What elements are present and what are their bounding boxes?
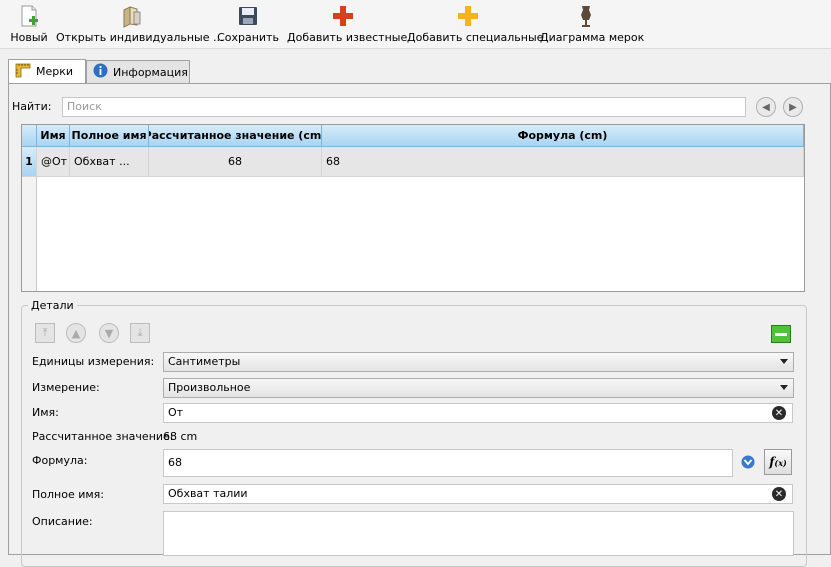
name-label: Имя: bbox=[32, 406, 59, 419]
measurement-type-select[interactable]: Произвольное bbox=[163, 378, 794, 398]
column-header-calculated-value[interactable]: Рассчитанное значение (cm) bbox=[149, 125, 322, 147]
main-toolbar: Новый Открыть индивидуальные ... Сохрани… bbox=[0, 0, 831, 49]
chevron-down-icon bbox=[780, 385, 788, 390]
measurements-table: Имя Полное имя Рассчитанное значение (cm… bbox=[21, 124, 805, 292]
expand-down-icon bbox=[741, 455, 755, 469]
column-header-full-name[interactable]: Полное имя bbox=[70, 125, 149, 147]
ruler-icon bbox=[15, 62, 31, 81]
move-bottom-button[interactable]: ⤓ bbox=[130, 323, 150, 343]
open-individual-label: Открыть индивидуальные ... bbox=[56, 31, 224, 44]
chevron-down-icon bbox=[780, 359, 788, 364]
tab-information-label: Информация bbox=[113, 65, 188, 79]
search-previous-button[interactable]: ◀ bbox=[756, 97, 776, 117]
new-document-icon bbox=[17, 4, 41, 28]
arrow-bottom-icon: ⤓ bbox=[137, 326, 143, 339]
cell-calculated-value[interactable]: 68 bbox=[149, 147, 322, 177]
function-fx-icon: f(x) bbox=[769, 455, 787, 469]
open-individual-button[interactable]: Открыть индивидуальные ... bbox=[56, 2, 224, 46]
dress-form-icon bbox=[574, 4, 598, 28]
add-known-button[interactable]: Добавить известные bbox=[287, 2, 408, 46]
details-title: Детали bbox=[28, 299, 77, 312]
new-button-label: Новый bbox=[10, 31, 48, 44]
measurement-type-value: Произвольное bbox=[168, 381, 251, 394]
calculated-value-label: Рассчитанное значение: bbox=[32, 430, 174, 443]
open-individual-icon bbox=[121, 4, 145, 28]
corner-header bbox=[22, 125, 37, 147]
add-known-label: Добавить известные bbox=[287, 31, 408, 44]
description-label: Описание: bbox=[32, 515, 93, 528]
column-header-formula[interactable]: Формула (cm) bbox=[322, 125, 804, 147]
units-label: Единицы измерения: bbox=[32, 355, 155, 368]
full-name-label: Полное имя: bbox=[32, 488, 104, 501]
add-special-label: Добавить специальные bbox=[407, 31, 544, 44]
remove-measurement-button[interactable] bbox=[771, 325, 791, 343]
arrow-down-icon: ▼ bbox=[104, 326, 114, 340]
units-select[interactable]: Сантиметры bbox=[163, 352, 794, 372]
expand-formula-button[interactable] bbox=[741, 455, 755, 472]
cell-name[interactable]: @От bbox=[37, 147, 70, 177]
column-header-name[interactable]: Имя bbox=[37, 125, 70, 147]
description-field[interactable] bbox=[163, 511, 794, 556]
clear-name-icon[interactable]: ✕ bbox=[772, 406, 786, 420]
save-icon bbox=[236, 4, 260, 28]
move-up-button[interactable]: ▲ bbox=[66, 323, 86, 343]
formula-wizard-button[interactable]: f(x) bbox=[764, 449, 792, 475]
move-down-button[interactable]: ▼ bbox=[99, 323, 119, 343]
full-name-field[interactable]: Обхват талии bbox=[163, 484, 793, 504]
search-label: Найти: bbox=[12, 100, 52, 113]
plus-red-icon bbox=[331, 4, 355, 28]
info-icon bbox=[93, 63, 108, 81]
search-input[interactable]: Поиск bbox=[62, 97, 746, 117]
save-button-label: Сохранить bbox=[217, 31, 279, 44]
search-next-button[interactable]: ▶ bbox=[783, 97, 803, 117]
row-index[interactable]: 1 bbox=[22, 147, 37, 177]
tab-information[interactable]: Информация bbox=[86, 60, 190, 83]
tab-measurements-label: Мерки bbox=[36, 65, 74, 78]
arrow-up-icon: ▲ bbox=[71, 326, 81, 340]
measurement-type-label: Измерение: bbox=[32, 381, 100, 394]
formula-field[interactable]: 68 bbox=[163, 449, 733, 477]
measurement-diagram-label: Диаграмма мерок bbox=[540, 31, 645, 44]
calculated-value: 68 cm bbox=[163, 430, 198, 443]
move-top-button[interactable]: ⤒ bbox=[35, 323, 55, 343]
arrow-right-icon: ▶ bbox=[789, 101, 797, 113]
add-special-button[interactable]: Добавить специальные bbox=[407, 2, 544, 46]
plus-orange-icon bbox=[456, 4, 480, 28]
units-select-value: Сантиметры bbox=[168, 355, 241, 368]
cell-formula[interactable]: 68 bbox=[322, 147, 804, 177]
new-button[interactable]: Новый bbox=[6, 2, 52, 46]
tab-measurements[interactable]: Мерки bbox=[8, 59, 86, 83]
formula-label: Формула: bbox=[32, 454, 88, 467]
clear-full-name-icon[interactable]: ✕ bbox=[772, 487, 786, 501]
cell-full-name[interactable]: Обхват ... bbox=[70, 147, 149, 177]
measurement-diagram-button[interactable]: Диаграмма мерок bbox=[540, 2, 645, 46]
minus-icon bbox=[775, 332, 787, 336]
arrow-left-icon: ◀ bbox=[762, 101, 770, 113]
save-button[interactable]: Сохранить bbox=[217, 2, 279, 46]
name-field[interactable]: От bbox=[163, 403, 793, 423]
arrow-top-icon: ⤒ bbox=[42, 326, 48, 339]
